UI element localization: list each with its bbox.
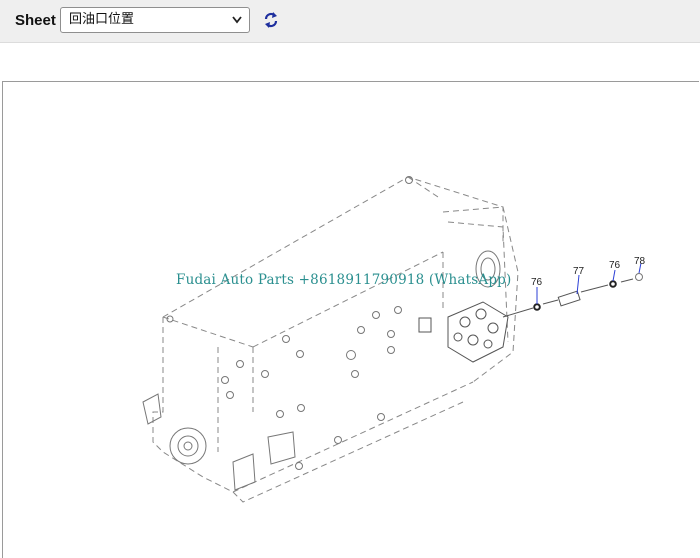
sheet-select[interactable]: 回油口位置 — [60, 7, 250, 33]
sheet-label: Sheet — [15, 12, 56, 29]
sheet-select-value: 回油口位置 — [69, 12, 135, 27]
watermark-text: Fudai Auto Parts +8618911790918 (WhatsAp… — [176, 272, 512, 288]
toolbar: Sheet 回油口位置 — [0, 0, 700, 43]
callout-label: 77 — [573, 266, 585, 277]
callout-label: 78 — [634, 256, 646, 267]
engine-block-drawing — [142, 176, 643, 503]
drawing-canvas[interactable]: 76 77 76 78 — [2, 81, 699, 558]
callout-label: 76 — [531, 277, 543, 288]
chevron-down-icon — [231, 8, 243, 41]
refresh-icon[interactable] — [262, 10, 280, 30]
callout-label: 76 — [609, 260, 621, 271]
